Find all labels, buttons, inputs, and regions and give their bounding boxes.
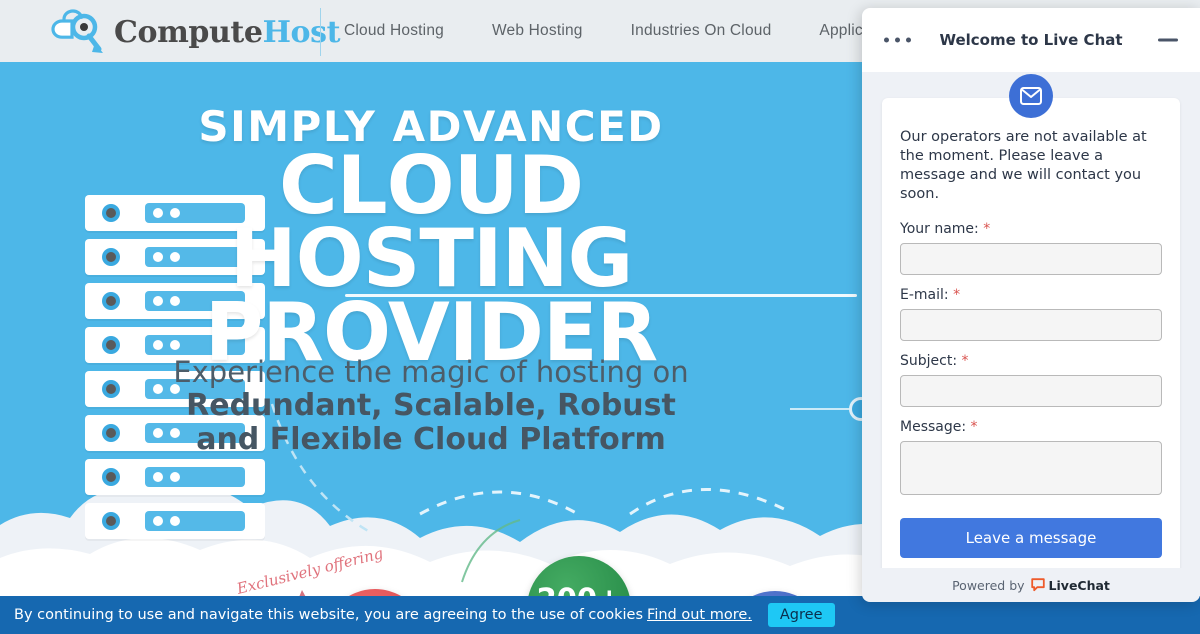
rack-bar: [145, 511, 245, 531]
chat-footer: Powered by LiveChat: [862, 568, 1200, 602]
cloud-search-logo-icon: [51, 9, 103, 53]
nav-item-cloud-hosting[interactable]: Cloud Hosting: [344, 22, 444, 40]
headline-line-2: CL OUD: [0, 145, 862, 225]
chat-title: Welcome to Live Chat: [939, 31, 1123, 49]
hero-headline: SIMPLY ADVANCED CL OUD HOSTING PROVIDER: [0, 106, 862, 372]
rack-bar: [145, 467, 245, 487]
rack-knob-icon: [102, 512, 120, 530]
nav-item-web-hosting[interactable]: Web Hosting: [492, 22, 583, 40]
subject-field[interactable]: [900, 374, 1162, 407]
headline-cl: CL: [278, 138, 388, 232]
main-navigation: Cloud Hosting Web Hosting Industries On …: [344, 0, 876, 62]
page-root: ComputeHost Cloud Hosting Web Hosting In…: [0, 0, 1200, 634]
more-dots-icon[interactable]: [884, 37, 911, 43]
subhead-line-1: Experience the magic of hosting on: [173, 355, 689, 389]
nav-item-industries-on-cloud[interactable]: Industries On Cloud: [631, 22, 772, 40]
name-field-label: Your name: *: [900, 221, 1162, 237]
envelope-icon: [1009, 74, 1053, 118]
livechat-brand[interactable]: LiveChat: [1030, 577, 1110, 593]
powered-by-text: Powered by: [952, 577, 1025, 593]
subject-label-text: Subject:: [900, 352, 958, 369]
subhead-line-3: and Flexible Cloud Platform: [196, 422, 666, 458]
email-required-mark: *: [953, 286, 961, 303]
livechat-bubble-icon: [1030, 578, 1045, 592]
name-required-mark: *: [983, 220, 991, 237]
subhead-line-2: Redundant, Scalable, Robust: [186, 388, 676, 424]
name-field[interactable]: [900, 242, 1162, 275]
badge-templates-value: 200+: [537, 582, 622, 597]
header-divider: [320, 8, 321, 56]
email-label-text: E-mail:: [900, 286, 949, 303]
message-field-group: Message: *: [900, 419, 1162, 500]
offline-message-text: Our operators are not available at the m…: [900, 129, 1147, 203]
hero-subheadline: Experience the magic of hosting on Redun…: [0, 355, 862, 458]
subject-required-mark: *: [961, 352, 969, 369]
logo-text-host: Host: [262, 14, 341, 50]
curved-arrow-icon: [299, 590, 306, 596]
cookie-banner-text: By continuing to use and navigate this w…: [14, 607, 644, 623]
headline-o-highlight: O: [383, 145, 458, 225]
rack-knob-icon: [102, 468, 120, 486]
leave-a-message-button[interactable]: Leave a message: [900, 517, 1162, 558]
chat-body: Our operators are not available at the m…: [862, 72, 1200, 568]
subject-field-label: Subject: *: [900, 353, 1162, 369]
email-field-group: E-mail: *: [900, 287, 1162, 341]
headline-ud: UD: [453, 138, 584, 232]
minimize-icon[interactable]: [1158, 38, 1178, 42]
rack-unit: [85, 459, 265, 495]
name-field-group: Your name: *: [900, 221, 1162, 275]
headline-underline: [345, 294, 857, 297]
message-label-text: Message:: [900, 418, 967, 435]
site-logo[interactable]: ComputeHost: [48, 6, 340, 58]
message-required-mark: *: [970, 418, 978, 435]
logo-text-compute: Compute: [114, 14, 263, 50]
message-field-label: Message: *: [900, 419, 1162, 435]
logo-text: ComputeHost: [114, 15, 340, 50]
headline-o-letter: O: [386, 138, 455, 232]
chat-header: Welcome to Live Chat: [862, 8, 1200, 72]
cookie-find-out-more-link[interactable]: Find out more.: [647, 607, 752, 623]
livechat-brand-text: LiveChat: [1048, 577, 1110, 593]
live-chat-widget: Welcome to Live Chat Our operators are n…: [862, 8, 1200, 602]
name-label-text: Your name:: [900, 220, 979, 237]
offline-message-card: Our operators are not available at the m…: [882, 74, 1180, 568]
cookie-agree-button[interactable]: Agree: [767, 603, 835, 627]
message-field[interactable]: [900, 440, 1162, 495]
headline-line-3: HOSTING: [229, 212, 634, 306]
rack-unit: [85, 503, 265, 539]
email-field-label: E-mail: *: [900, 287, 1162, 303]
email-field[interactable]: [900, 308, 1162, 341]
subject-field-group: Subject: *: [900, 353, 1162, 407]
